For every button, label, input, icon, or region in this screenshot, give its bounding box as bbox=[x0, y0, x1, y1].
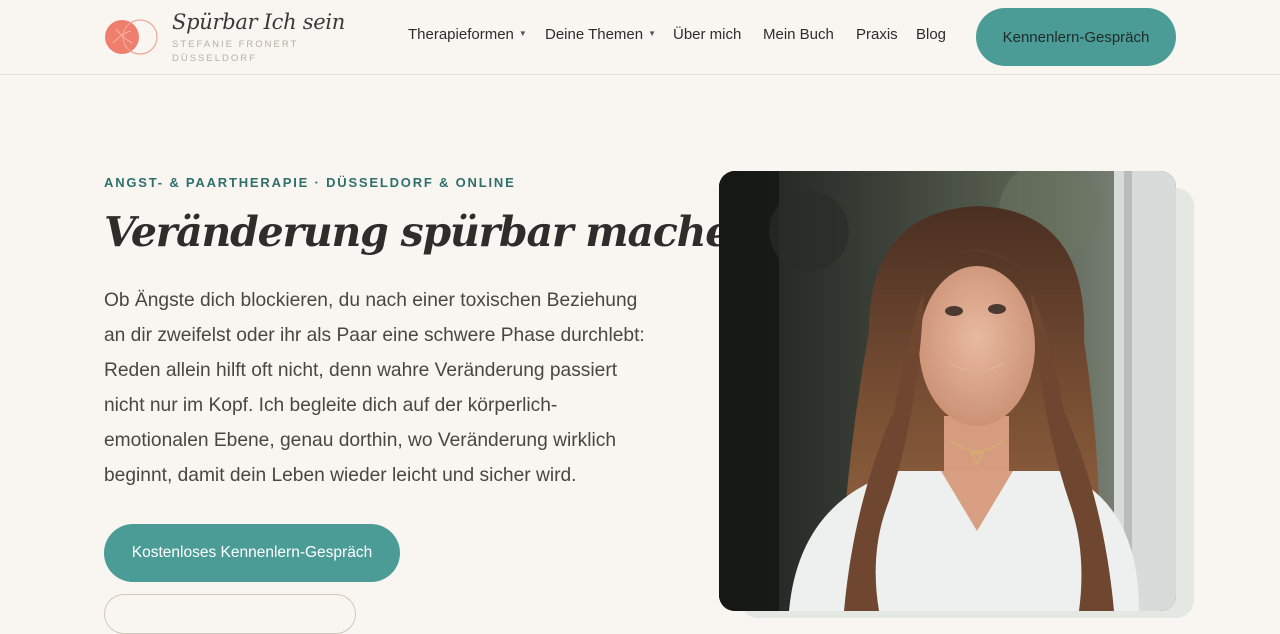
nav-item-label: Deine Themen bbox=[545, 26, 644, 43]
hero-headline: Veränderung spürbar machen. bbox=[104, 208, 773, 256]
logo-circles-icon bbox=[105, 19, 158, 55]
lead-line: an dir zweifelst oder ihr als Paar eine … bbox=[104, 325, 645, 346]
nav-item-label: Blog bbox=[916, 26, 947, 43]
secondary-cta-button[interactable] bbox=[104, 594, 356, 634]
nav-item-ueber-mich[interactable]: Über mich bbox=[673, 26, 741, 43]
nav-item-deine-themen[interactable]: Deine Themen ▼ bbox=[545, 26, 656, 43]
nav-item-praxis[interactable]: Praxis bbox=[856, 26, 898, 43]
brand-subtitle-name: STEFANIE FRONERT bbox=[172, 39, 299, 50]
nav-item-blog[interactable]: Blog bbox=[916, 26, 946, 43]
lead-line: Ob Ängste dich blockieren, du nach einer… bbox=[104, 290, 638, 311]
nav-item-label: Therapieformen bbox=[408, 26, 514, 43]
nav-item-label: Über mich bbox=[673, 26, 742, 43]
brand-subtitle-city: DÜSSELDORF bbox=[172, 53, 257, 64]
caret-down-icon: ▼ bbox=[518, 29, 527, 38]
hero-cta-button[interactable]: Kostenloses Kennenlern-Gespräch bbox=[104, 524, 400, 582]
lead-line: beginnt, damit dein Leben wieder leicht … bbox=[104, 465, 577, 486]
nav-item-mein-buch[interactable]: Mein Buch bbox=[763, 26, 834, 43]
lead-line: emotionalen Ebene, genau dorthin, wo Ver… bbox=[104, 430, 617, 451]
lead-line: nicht nur im Kopf. Ich begleite dich auf… bbox=[104, 395, 558, 416]
caret-down-icon: ▼ bbox=[648, 29, 657, 38]
nav-item-label: Mein Buch bbox=[763, 26, 834, 43]
hero-eyebrow: ANGST- & PAARTHERAPIE · DÜSSELDORF & ONL… bbox=[104, 175, 516, 190]
nav-item-label: Praxis bbox=[856, 26, 898, 43]
site-header: Spürbar Ich sein STEFANIE FRONERT DÜSSEL… bbox=[0, 0, 1280, 75]
brand-title: Spürbar Ich sein bbox=[172, 10, 345, 34]
portrait-photo bbox=[719, 171, 1176, 611]
lead-line: Reden allein hilft oft nicht, denn wahre… bbox=[104, 360, 618, 381]
portrait-illustration bbox=[719, 171, 1176, 611]
hero-lead-paragraph: Ob Ängste dich blockieren, du nach einer… bbox=[104, 283, 664, 493]
nav-item-therapieformen[interactable]: Therapieformen ▼ bbox=[408, 26, 527, 43]
brand-logo[interactable]: Spürbar Ich sein STEFANIE FRONERT DÜSSEL… bbox=[104, 10, 345, 66]
header-cta-button[interactable]: Kennenlern-Gespräch bbox=[976, 8, 1176, 66]
